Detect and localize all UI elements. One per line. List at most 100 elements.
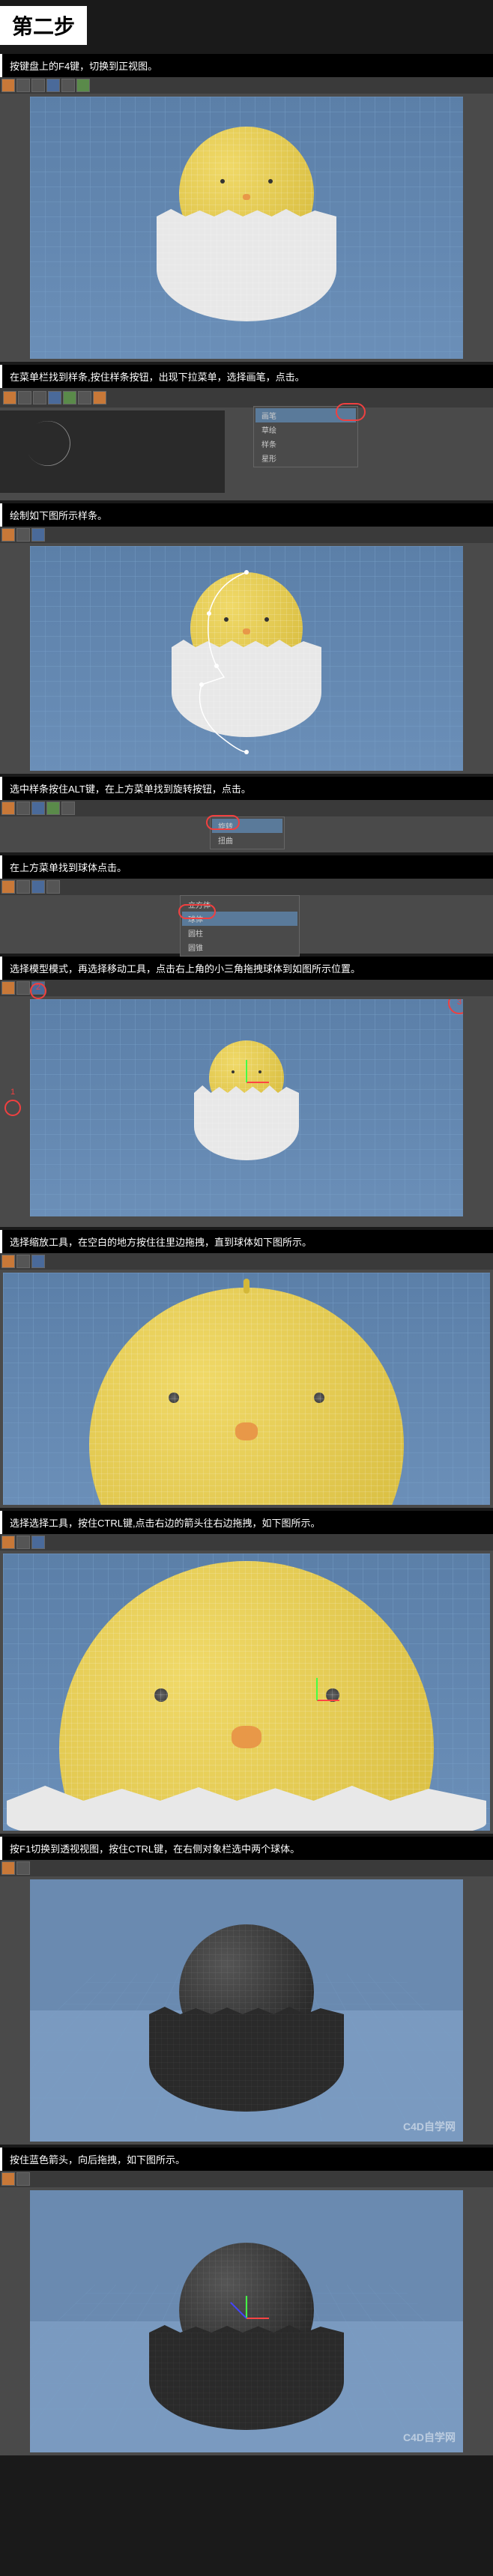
instruction-10: 按住蓝色箭头，向后拖拽，如下图所示。 — [0, 2148, 493, 2171]
toolbar — [0, 980, 493, 996]
viewport-perspective[interactable]: C4D自学网 — [30, 2190, 463, 2452]
eye-sphere-left — [154, 1688, 168, 1702]
menu-item[interactable]: 样条 — [255, 437, 356, 451]
screenshot-ctrl-drag — [0, 1534, 493, 1834]
tool-icon[interactable] — [1, 1255, 15, 1268]
tool-icon[interactable] — [16, 801, 30, 815]
watermark: C4D自学网 — [403, 2430, 456, 2445]
tool-icon[interactable] — [31, 1536, 45, 1549]
tool-icon[interactable] — [16, 880, 30, 894]
move-gizmo[interactable] — [294, 1677, 339, 1722]
tool-icon[interactable] — [78, 391, 91, 404]
tool-icon[interactable] — [1, 79, 15, 92]
scale-tool-icon[interactable] — [16, 1255, 30, 1268]
menu-item[interactable]: 圆柱 — [182, 926, 297, 940]
menu-item[interactable]: 星形 — [255, 451, 356, 465]
viewport[interactable] — [3, 1273, 490, 1505]
tool-icon[interactable] — [16, 1861, 30, 1875]
tool-icon[interactable] — [31, 801, 45, 815]
move-gizmo[interactable] — [224, 1059, 269, 1104]
instruction-6: 选择模型模式，再选择移动工具，点击右上角的小三角拖拽球体到如图所示位置。 — [0, 957, 493, 980]
screenshot-move-sphere: 1 2 3 — [0, 980, 493, 1227]
tool-icon[interactable] — [61, 79, 75, 92]
tool-icon[interactable] — [1, 801, 15, 815]
tool-icon[interactable] — [61, 801, 75, 815]
tool-icon[interactable] — [1, 880, 15, 894]
dark-bowl — [149, 2014, 344, 2112]
viewport[interactable] — [3, 1554, 490, 1831]
tool-icon[interactable] — [16, 1536, 30, 1549]
egg-shell-edge — [7, 1801, 486, 1831]
tool-icon[interactable] — [18, 391, 31, 404]
menu-item[interactable]: 扭曲 — [212, 833, 282, 847]
tool-icon[interactable] — [31, 1255, 45, 1268]
highlight-circle — [206, 815, 240, 830]
instruction-5: 在上方菜单找到球体点击。 — [0, 855, 493, 879]
highlight-circle — [336, 403, 366, 421]
tool-icon[interactable] — [3, 391, 16, 404]
model-mode-icon[interactable] — [1, 981, 15, 995]
egg-shell — [157, 216, 336, 321]
tool-icon[interactable] — [48, 391, 61, 404]
instruction-9: 按F1切换到透视视图，按住CTRL键，在右侧对象栏选中两个球体。 — [0, 1837, 493, 1860]
tool-icon[interactable] — [16, 528, 30, 542]
highlight-1: 1 — [4, 1100, 21, 1116]
instruction-2: 在菜单栏找到样条,按住样条按钮，出现下拉菜单，选择画笔，点击。 — [0, 365, 493, 388]
primitive-button[interactable] — [31, 880, 45, 894]
tool-icon[interactable] — [16, 79, 30, 92]
toolbar — [0, 800, 493, 816]
tool-icon[interactable] — [1, 528, 15, 542]
eye-sphere-left — [169, 1392, 179, 1403]
main-toolbar — [0, 388, 493, 407]
screenshot-spline-menu: 画笔 草绘 样条 星形 — [0, 388, 493, 500]
select-tool-icon[interactable] — [1, 1536, 15, 1549]
tool-icon[interactable] — [46, 79, 60, 92]
eye-sphere-right — [314, 1392, 324, 1403]
lathe-button[interactable] — [46, 801, 60, 815]
menu-item[interactable]: 圆锥 — [182, 940, 297, 954]
screenshot-front-view — [0, 77, 493, 362]
highlight-2: 2 — [30, 983, 46, 999]
toolbar — [0, 1860, 493, 1876]
menu-item[interactable]: 草绘 — [255, 422, 356, 437]
move-gizmo-3d[interactable] — [224, 2295, 269, 2340]
beak — [232, 1726, 261, 1748]
highlight-circle — [178, 904, 216, 919]
tool-icon[interactable] — [1, 1861, 15, 1875]
screenshot-perspective: C4D自学网 — [0, 1860, 493, 2145]
tool-icon[interactable] — [76, 79, 90, 92]
tool-icon[interactable] — [63, 391, 76, 404]
viewport[interactable] — [30, 546, 463, 771]
top-toolbar — [0, 77, 493, 94]
top-toolbar — [0, 527, 493, 543]
toolbar — [0, 2171, 493, 2187]
hair-tuft — [244, 1279, 249, 1294]
step-header: 第二步 — [0, 0, 493, 51]
viewport-perspective[interactable]: C4D自学网 — [30, 1879, 463, 2142]
spline-path — [179, 569, 314, 756]
tool-icon[interactable] — [46, 880, 60, 894]
toolbar — [0, 879, 493, 895]
spline-button[interactable] — [93, 391, 106, 404]
tool-icon[interactable] — [31, 528, 45, 542]
toolbar — [0, 1534, 493, 1551]
viewport[interactable] — [30, 97, 463, 359]
beak — [235, 1422, 258, 1440]
tool-icon[interactable] — [16, 2172, 30, 2186]
curve-preview — [3, 413, 93, 473]
move-tool-icon[interactable] — [16, 981, 30, 995]
instruction-7: 选择缩放工具，在空白的地方按住往里边拖拽，直到球体如下图所示。 — [0, 1230, 493, 1253]
screenshot-drag-blue: C4D自学网 — [0, 2171, 493, 2455]
attribute-panel — [0, 410, 225, 493]
screenshot-scale-sphere — [0, 1253, 493, 1508]
tool-icon[interactable] — [31, 79, 45, 92]
toolbar — [0, 1253, 493, 1270]
step-badge: 第二步 — [0, 6, 87, 45]
watermark: C4D自学网 — [403, 2119, 456, 2134]
tool-icon[interactable] — [1, 2172, 15, 2186]
dark-bowl — [149, 2333, 344, 2430]
tool-icon[interactable] — [33, 391, 46, 404]
screenshot-sphere-menu: 立方体 球体 圆柱 圆锥 — [0, 879, 493, 954]
instruction-3: 绘制如下图所示样条。 — [0, 503, 493, 527]
viewport[interactable]: 3 — [30, 999, 463, 1216]
